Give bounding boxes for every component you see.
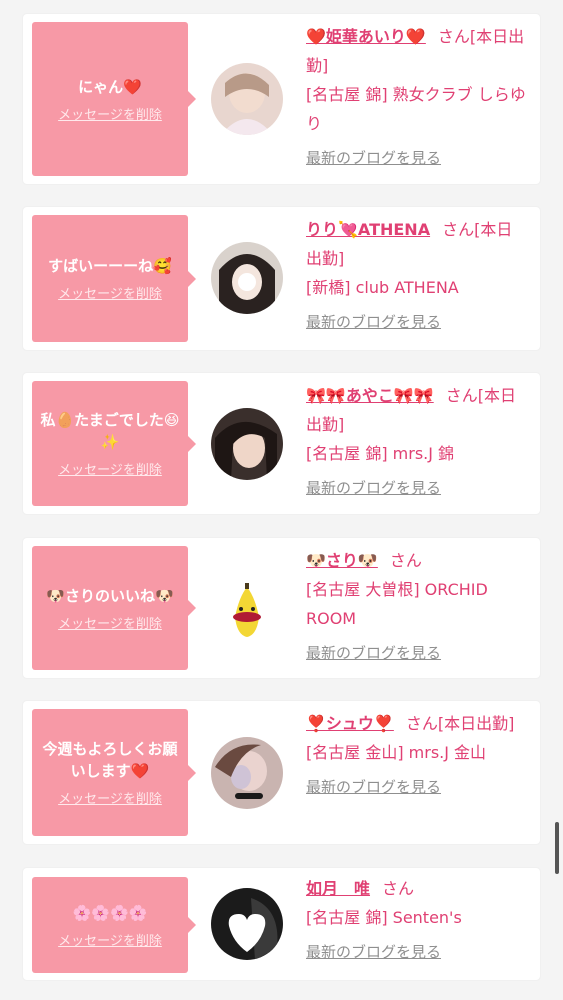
message-text: 今週もよろしくお願いします❤️ [42,740,178,780]
message-text: にゃん❤️ [78,77,142,96]
shop-name: [名古屋 大曽根] ORCHID ROOM [306,580,488,628]
message-card: にゃん❤️ メッセージを削除 ❤️姫華あいり❤️ さん[本日出勤] [名古屋 錦]… [23,14,540,184]
banana-character-icon [211,573,283,645]
dark-hair-portrait-icon [211,888,283,960]
message-text: すばいーーーね🥰 [48,257,172,275]
sender-name-link[interactable]: 如月 唯 [306,879,370,898]
sender-name-link[interactable]: りり💘ATHENA [306,220,430,239]
sender-info: 如月 唯さん [名古屋 錦] Senten's 最新のブログを見る [306,874,528,967]
message-bubble: 今週もよろしくお願いします❤️ メッセージを削除 [32,709,196,836]
message-card: 私🥚たまごでした😆✨ メッセージを削除 🎀🎀あやこ🎀🎀 さん[本日出勤] [名古屋… [23,373,540,514]
delete-message-link[interactable]: メッセージを削除 [58,283,162,302]
avatar-photo-icon [211,737,283,809]
latest-blog-link[interactable]: 最新のブログを見る [306,773,528,802]
avatar-photo-icon [211,63,283,135]
message-bubble: すばいーーーね🥰 メッセージを削除 [32,215,196,342]
sender-info: ❣️シュウ❣️ さん[本日出勤] [名古屋 金山] mrs.J 金山 最新のブログ… [306,709,528,802]
delete-message-link[interactable]: メッセージを削除 [58,930,162,949]
sender-name-link[interactable]: ❤️姫華あいり❤️ [306,27,426,46]
latest-blog-link[interactable]: 最新のブログを見る [306,144,528,173]
message-bubble: 🌸🌸🌸🌸 メッセージを削除 [32,877,196,973]
avatar-photo-icon [211,242,283,314]
latest-blog-link[interactable]: 最新のブログを見る [306,308,528,337]
message-card: 🌸🌸🌸🌸 メッセージを削除 如月 唯さん [名古屋 錦] Senten's 最新… [23,868,540,980]
delete-message-link[interactable]: メッセージを削除 [58,788,162,807]
avatar[interactable] [211,63,283,135]
avatar[interactable] [211,242,283,314]
scrollbar[interactable] [555,822,559,874]
sender-status: さん [382,879,415,898]
message-bubble: にゃん❤️ メッセージを削除 [32,22,196,176]
shop-name: [名古屋 錦] 熟女クラブ しらゆり [306,85,526,133]
avatar[interactable] [211,737,283,809]
message-text: 私🥚たまごでした😆✨ [40,411,180,451]
latest-blog-link[interactable]: 最新のブログを見る [306,639,528,668]
avatar[interactable] [211,888,283,960]
sender-name-link[interactable]: 🐶さり🐶 [306,551,378,570]
sender-name-link[interactable]: 🎀🎀あやこ🎀🎀 [306,386,434,405]
avatar[interactable] [211,573,283,645]
latest-blog-link[interactable]: 最新のブログを見る [306,474,528,503]
shop-name: [名古屋 金山] mrs.J 金山 [306,743,487,762]
message-text: 🐶さりのいいね🐶 [46,586,174,605]
message-card: すばいーーーね🥰 メッセージを削除 りり💘ATHENA さん[本日出勤] [新橋]… [23,207,540,350]
latest-blog-link[interactable]: 最新のブログを見る [306,938,528,967]
sender-name-link[interactable]: ❣️シュウ❣️ [306,714,394,733]
message-text: 🌸🌸🌸🌸 [72,903,148,922]
shop-name: [新橋] club ATHENA [306,278,459,297]
avatar-photo-icon [211,408,283,480]
delete-message-link[interactable]: メッセージを削除 [58,613,162,632]
shop-name: [名古屋 錦] mrs.J 錦 [306,444,455,463]
delete-message-link[interactable]: メッセージを削除 [58,459,162,478]
message-bubble: 私🥚たまごでした😆✨ メッセージを削除 [32,381,196,506]
sender-info: ❤️姫華あいり❤️ さん[本日出勤] [名古屋 錦] 熟女クラブ しらゆり 最新の… [306,22,528,173]
sender-status: さん[本日出勤] [405,714,515,733]
message-bubble: 🐶さりのいいね🐶 メッセージを削除 [32,546,196,670]
message-card: 今週もよろしくお願いします❤️ メッセージを削除 ❣️シュウ❣️ さん[本日出勤]… [23,701,540,844]
shop-name: [名古屋 錦] Senten's [306,908,462,927]
avatar[interactable] [211,408,283,480]
sender-status: さん [389,551,422,570]
message-card: 🐶さりのいいね🐶 メッセージを削除 🐶さり🐶 さん [名古屋 大曽根] ORCHI… [23,538,540,678]
sender-info: 🐶さり🐶 さん [名古屋 大曽根] ORCHID ROOM 最新のブログを見る [306,546,528,668]
sender-info: りり💘ATHENA さん[本日出勤] [新橋] club ATHENA 最新のブロ… [306,215,528,337]
sender-info: 🎀🎀あやこ🎀🎀 さん[本日出勤] [名古屋 錦] mrs.J 錦 最新のブログを見… [306,381,528,503]
delete-message-link[interactable]: メッセージを削除 [58,104,162,123]
